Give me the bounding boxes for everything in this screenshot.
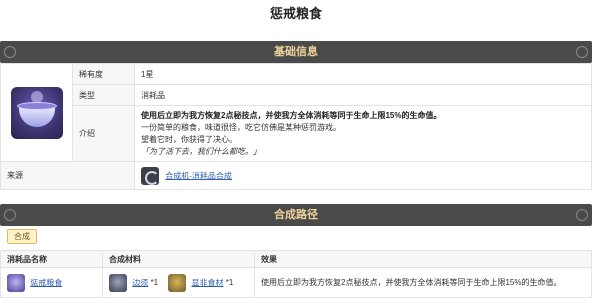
effect-cell: 使用后立即为我方恢复2点秘技点，并使我方全体消耗等同于生命上限15%的生命值。: [254, 267, 592, 298]
craft-path-title: 合成路径: [274, 208, 318, 221]
food-bowl-icon[interactable]: [7, 273, 25, 292]
material-link-2[interactable]: 显非食材: [192, 278, 224, 287]
craft-path-header: 合成路径: [0, 204, 592, 226]
intro-label: 介绍: [72, 105, 135, 162]
ornament-left-icon: [4, 209, 16, 221]
table-row: 惩戒粮食 边须 *1 显非食材 *1 使用后立即为我方恢复2点秘技点，并使我方全…: [0, 267, 592, 298]
source-label: 来源: [0, 161, 135, 190]
material-icon[interactable]: [168, 273, 187, 292]
craft-item-link[interactable]: 惩戒粮食: [30, 278, 62, 287]
ornament-right-icon: [576, 46, 588, 58]
basic-info-title: 基础信息: [274, 45, 318, 58]
page-title: 惩戒粮食: [269, 7, 322, 22]
craft-table: 消耗品名称 合成材料 效果 惩戒粮食 边须 *1 显非食材 *1 使用后立即为我…: [0, 250, 592, 298]
item-image-cell: [0, 63, 73, 162]
source-value: 合成机-消耗品合成: [134, 161, 592, 190]
ornament-right-icon: [576, 209, 588, 221]
materials-cell: 边须 *1 显非食材 *1: [102, 267, 255, 298]
rarity-label: 稀有度: [72, 63, 135, 85]
type-value: 消耗品: [134, 84, 592, 106]
intro-line-2: 望着它时，你获得了决心。: [141, 134, 237, 144]
ornament-left-icon: [4, 46, 16, 58]
col-name: 消耗品名称: [0, 250, 103, 268]
intro-line-1: 一份简单的粮食，味道很怪，吃它仿佛是某种惩罚游戏。: [141, 122, 341, 132]
col-effect: 效果: [254, 250, 592, 268]
consumable-bowl-icon: [10, 86, 63, 139]
intro-value: 使用后立即为我方恢复2点秘技点，并使我方全体消耗等同于生命上限15%的生命值。 …: [134, 105, 592, 162]
basic-info-header: 基础信息: [0, 41, 592, 63]
craft-item-cell: 惩戒粮食: [0, 267, 103, 298]
material-link-1[interactable]: 边须: [132, 278, 148, 287]
intro-effect: 使用后立即为我方恢复2点秘技点，并使我方全体消耗等同于生命上限15%的生命值。: [141, 110, 442, 120]
basic-info-table: 稀有度 1星 类型 消耗品 介绍 使用后立即为我方恢复2点秘技点，并使我方全体消…: [0, 63, 592, 190]
type-label: 类型: [72, 84, 135, 106]
material-icon[interactable]: [109, 273, 127, 292]
intro-quote: 「为了活下去，我们什么都吃。」: [141, 146, 261, 156]
source-link[interactable]: 合成机-消耗品合成: [165, 171, 232, 180]
synthesizer-icon[interactable]: [141, 166, 159, 185]
material-qty-2: *1: [225, 278, 234, 287]
material-qty-1: *1: [150, 278, 159, 287]
rarity-value: 1星: [134, 63, 592, 85]
col-materials: 合成材料: [102, 250, 255, 268]
tab-craft[interactable]: 合成: [7, 229, 37, 244]
